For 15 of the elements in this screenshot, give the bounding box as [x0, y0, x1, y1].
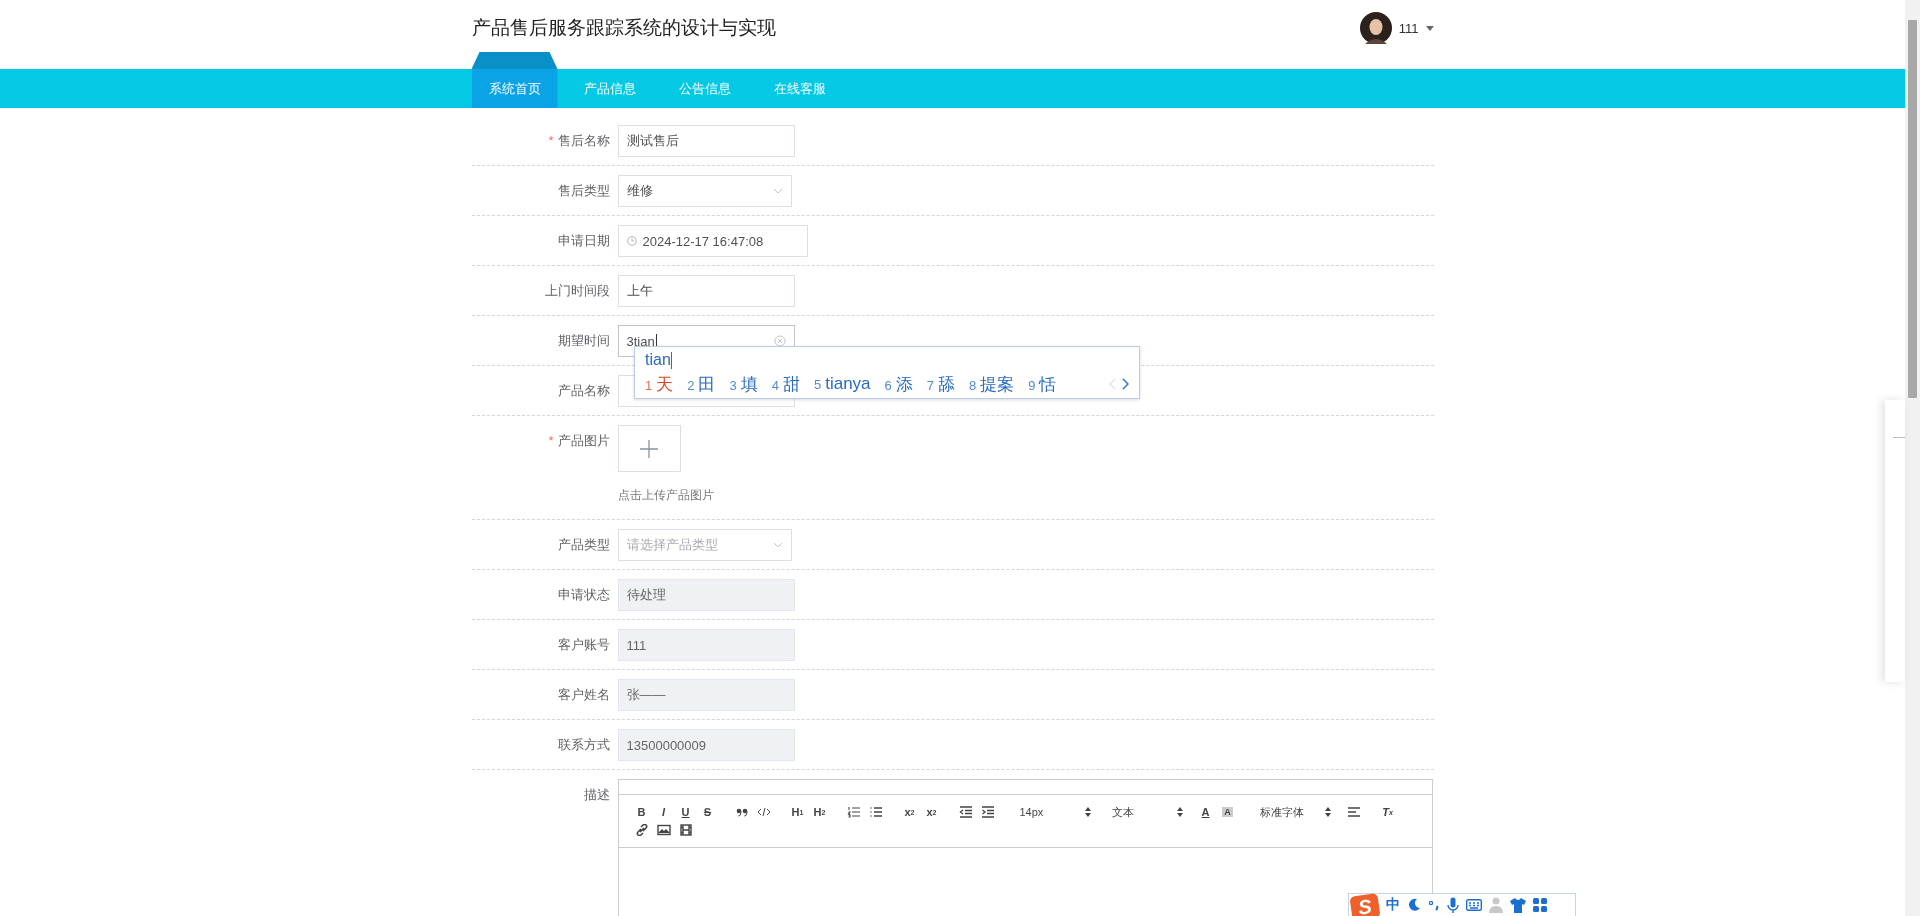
field-label: 联系方式 — [556, 736, 611, 754]
field-label: * 售后名称 — [547, 132, 611, 150]
field-label: 售后类型 — [556, 182, 611, 200]
field-label: * 产品图片 — [547, 432, 611, 450]
field-label: 申请状态 — [556, 586, 611, 604]
field-label: 上门时间段 — [543, 282, 611, 300]
field-label: 产品类型 — [556, 536, 611, 554]
field-label: 客户账号 — [556, 636, 611, 654]
field-label: 描述 — [582, 786, 611, 804]
field-label: 申请日期 — [556, 232, 611, 250]
upload-hint: 点击上传产品图片 — [617, 488, 714, 502]
field-label: 客户姓名 — [556, 686, 611, 704]
app-title: 产品售后服务跟踪系统的设计与实现 — [471, 16, 776, 40]
field-label: 产品名称 — [556, 382, 611, 400]
field-label: 期望时间 — [556, 332, 611, 350]
